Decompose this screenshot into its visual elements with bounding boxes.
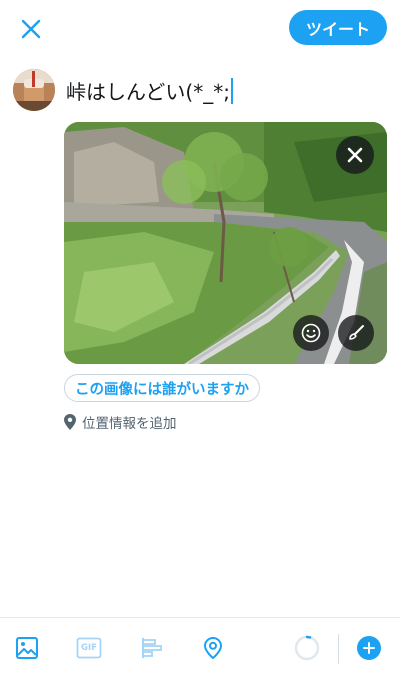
location-button[interactable]	[199, 634, 227, 662]
gif-label: GIF	[81, 643, 97, 653]
avatar[interactable]	[13, 69, 55, 111]
add-location-label: 位置情報を追加	[82, 416, 177, 432]
brush-icon	[349, 325, 364, 340]
tweet-button[interactable]: ツイート	[289, 10, 387, 45]
progress-ring-icon	[294, 635, 320, 661]
add-location-button[interactable]: 位置情報を追加	[64, 412, 177, 432]
close-button[interactable]	[14, 12, 48, 46]
location-pin-icon	[64, 414, 76, 430]
plus-icon	[363, 642, 375, 654]
edit-image-button[interactable]	[338, 315, 374, 351]
image-button[interactable]	[13, 634, 41, 662]
poll-icon	[142, 638, 162, 658]
text-cursor	[230, 77, 233, 104]
add-sticker-button[interactable]	[293, 315, 329, 351]
add-tweet-button[interactable]	[357, 636, 381, 660]
tweet-text-input[interactable]: 峠はしんどい(*_*;	[66, 76, 233, 105]
close-icon	[21, 19, 41, 39]
compose-toolbar: GIF	[0, 617, 400, 679]
image-icon	[16, 637, 38, 659]
avatar-image	[13, 69, 55, 111]
smiley-icon	[301, 323, 321, 343]
tweet-text: 峠はしんどい(*_*;	[66, 80, 230, 104]
tag-people-button[interactable]: この画像には誰がいますか	[64, 374, 260, 402]
gif-button[interactable]: GIF	[75, 634, 103, 662]
toolbar-divider	[338, 634, 339, 664]
remove-media-button[interactable]	[336, 136, 374, 174]
poll-button[interactable]	[138, 634, 166, 662]
close-icon	[347, 147, 363, 163]
location-icon	[203, 636, 223, 660]
character-counter	[292, 633, 322, 663]
